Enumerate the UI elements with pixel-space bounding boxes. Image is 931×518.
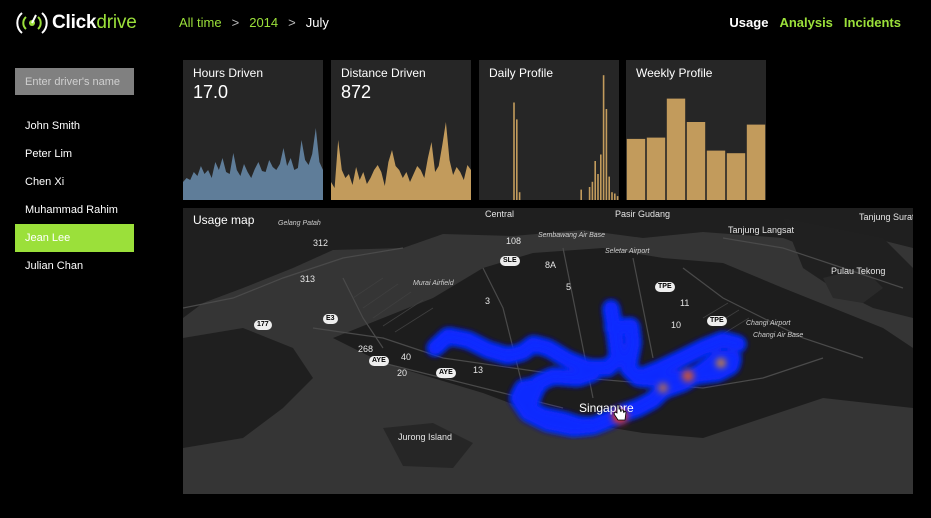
bar <box>611 192 613 200</box>
bar <box>600 154 602 200</box>
card-title: Weekly Profile <box>636 66 713 80</box>
signal-logo-icon <box>16 12 48 34</box>
driver-item[interactable]: Peter Lim <box>15 140 134 168</box>
map-road-number: 108 <box>506 236 522 246</box>
map-road-number: 10 <box>671 320 682 330</box>
map-road-badge: SLE <box>500 256 520 266</box>
map-road-badge: AYE <box>369 356 389 366</box>
area-series <box>183 128 323 200</box>
bar <box>706 150 726 200</box>
map-road-badge: AYE <box>436 368 456 378</box>
bar <box>666 98 686 200</box>
map-place-label: Pulau Tekong <box>831 266 886 276</box>
bar <box>516 119 518 200</box>
map-road-badge: TPE <box>655 282 675 292</box>
hand-cursor-icon <box>613 404 627 421</box>
bar <box>726 153 746 200</box>
nav-usage[interactable]: Usage <box>729 15 768 30</box>
breadcrumb-separator: > <box>288 15 296 30</box>
map-road-badge: 177 <box>254 320 272 330</box>
map-road-number: 11 <box>680 298 690 308</box>
bar <box>602 75 605 200</box>
area-series <box>331 122 471 200</box>
distance-value: 872 <box>341 82 372 102</box>
usage-map[interactable]: Usage map Gelang Patah Central Pasir Gud… <box>183 208 913 494</box>
bar <box>616 196 619 200</box>
brand-name: Clickdrive <box>52 12 137 33</box>
map-road-badge: TPE <box>707 316 727 326</box>
bar <box>614 193 616 200</box>
driver-item-selected[interactable]: Jean Lee <box>15 224 134 252</box>
nav-analysis[interactable]: Analysis <box>779 15 832 30</box>
bar <box>746 124 766 200</box>
card-title: Daily Profile <box>489 66 554 80</box>
driver-item[interactable]: Muhammad Rahim <box>15 196 134 224</box>
map-place-label: Sembawang Air Base <box>538 232 606 239</box>
map-road-number: 5 <box>566 282 572 292</box>
bar <box>580 189 582 200</box>
map-place-label: Murai Airfield <box>413 280 454 287</box>
bar <box>594 161 596 200</box>
driver-item[interactable]: Julian Chan <box>15 252 134 280</box>
map-place-label: Jurong Island <box>398 432 453 442</box>
map-place-label: Gelang Patah <box>278 220 321 227</box>
driver-list: John Smith Peter Lim Chen Xi Muhammad Ra… <box>15 112 134 280</box>
map-place-label: Seletar Airport <box>605 248 650 255</box>
driver-item[interactable]: John Smith <box>15 112 134 140</box>
bar <box>591 181 594 200</box>
header: Clickdrive All time > 2014 > July Usage … <box>0 0 931 46</box>
map-road-badge: E3 <box>323 314 338 324</box>
map-road-number: 13 <box>473 365 484 375</box>
breadcrumb-month: July <box>305 15 329 30</box>
main-nav: Usage Analysis Incidents <box>729 15 901 30</box>
map-place-label: Changi Airport <box>746 320 791 327</box>
breadcrumb-year[interactable]: 2014 <box>249 15 278 30</box>
map-road-number: 313 <box>300 274 316 284</box>
driver-search-input[interactable] <box>15 68 134 95</box>
hours-area-chart <box>183 128 323 200</box>
bar <box>686 122 706 200</box>
distance-area-chart <box>331 122 471 200</box>
map-place-label: Changi Air Base <box>753 332 804 339</box>
bar <box>597 174 599 200</box>
map-road-number: 312 <box>313 238 329 248</box>
weekly-bar-chart <box>626 98 766 200</box>
bar <box>605 109 608 200</box>
hours-driven-card[interactable]: Hours Driven 17.0 <box>183 60 323 200</box>
map-road-number: 268 <box>358 344 374 354</box>
bar <box>608 176 610 200</box>
map-road-number: 20 <box>397 368 408 378</box>
map-road-number: 3 <box>485 296 491 306</box>
nav-incidents[interactable]: Incidents <box>844 15 901 30</box>
bar <box>646 137 666 200</box>
map-place-label: Pasir Gudang <box>615 209 671 219</box>
bar <box>626 138 646 200</box>
bar <box>513 102 515 200</box>
map-place-label: Tanjung Surat <box>859 212 913 222</box>
map-place-label: Tanjung Langsat <box>728 225 795 235</box>
map-place-label: Central <box>485 209 515 219</box>
logo[interactable]: Clickdrive <box>16 9 137 37</box>
card-title: Distance Driven <box>341 66 426 80</box>
map-canvas <box>183 208 913 468</box>
driver-item[interactable]: Chen Xi <box>15 168 134 196</box>
map-road-number: 40 <box>401 352 412 362</box>
bar <box>518 192 521 200</box>
weekly-profile-card[interactable]: Weekly Profile <box>626 60 766 200</box>
breadcrumb: All time > 2014 > July <box>179 15 329 30</box>
bar <box>588 187 591 200</box>
card-title: Hours Driven <box>193 66 264 80</box>
breadcrumb-separator: > <box>231 15 240 30</box>
daily-bar-chart <box>513 75 619 200</box>
hours-value: 17.0 <box>193 82 229 102</box>
breadcrumb-all-time[interactable]: All time <box>179 15 222 30</box>
map-road-number: 8A <box>545 260 557 270</box>
distance-driven-card[interactable]: Distance Driven 872 <box>331 60 471 200</box>
daily-profile-card[interactable]: Daily Profile <box>479 60 619 200</box>
map-title: Usage map <box>193 213 255 227</box>
